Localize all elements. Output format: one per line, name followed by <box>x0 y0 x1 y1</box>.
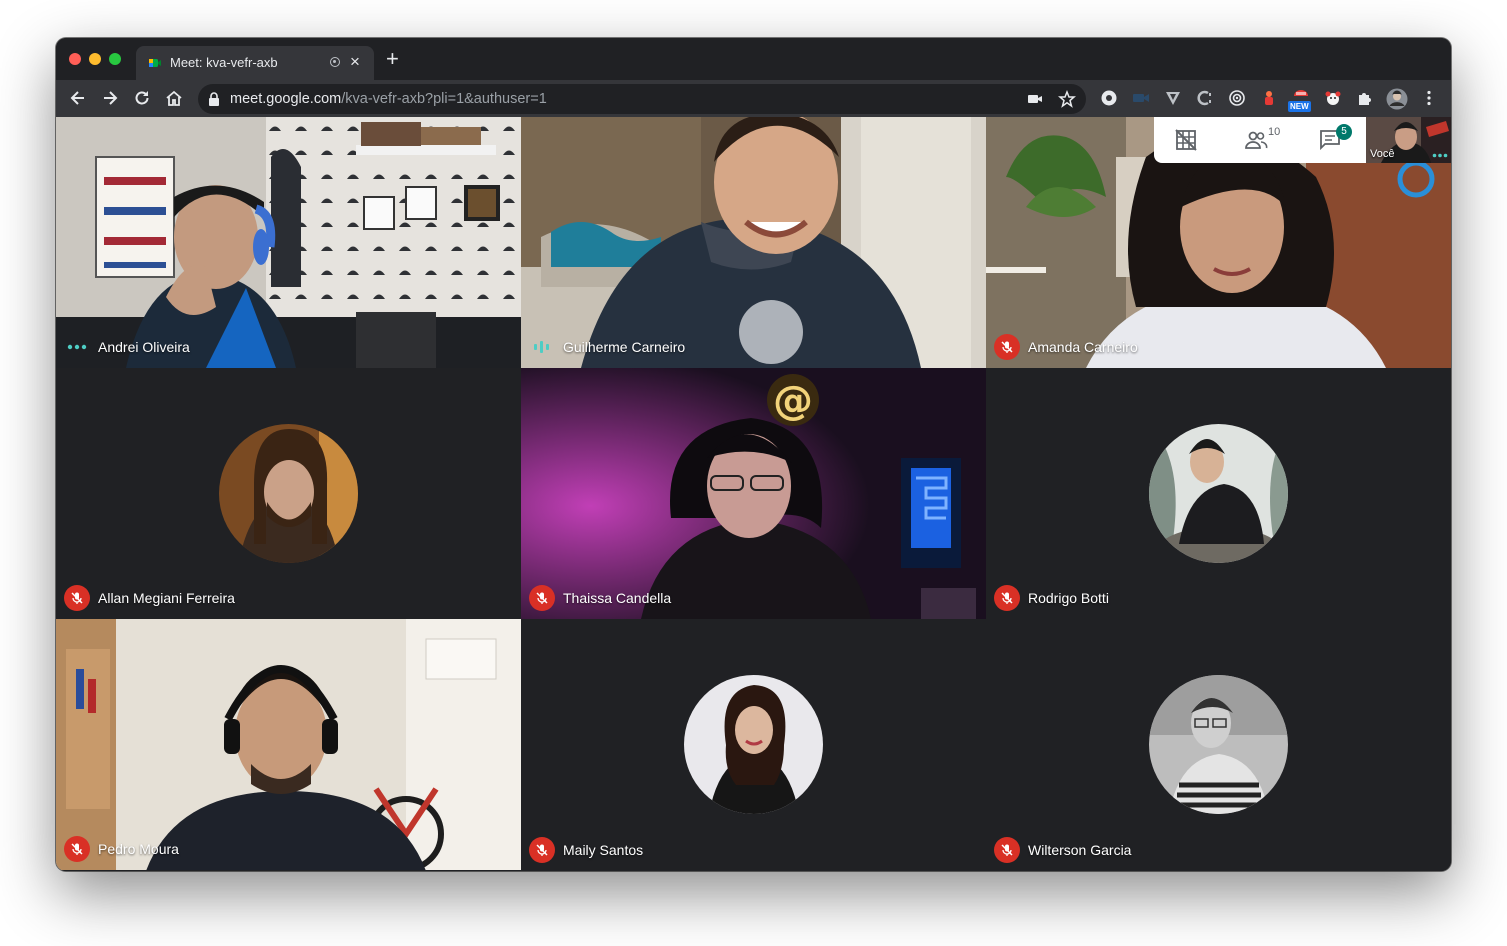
recording-indicator-icon <box>330 57 340 67</box>
participant-name: Maily Santos <box>563 842 644 858</box>
mic-off-icon <box>64 585 90 611</box>
mic-off-icon <box>64 836 90 862</box>
meet-top-controls: 10 5 Você <box>1154 117 1451 163</box>
participant-tile[interactable]: Wilterson Garcia <box>986 619 1451 871</box>
self-view-thumbnail[interactable]: Você <box>1366 117 1451 163</box>
bookmark-star-icon[interactable] <box>1058 90 1076 108</box>
participant-name-row: Allan Megiani Ferreira <box>64 585 235 611</box>
mic-off-icon <box>529 837 555 863</box>
chat-unread-badge: 5 <box>1336 124 1352 140</box>
extension-video-icon[interactable] <box>1132 89 1150 107</box>
participant-name-row: Thaissa Candella <box>529 585 671 611</box>
participant-avatar <box>684 675 823 814</box>
participant-name: Pedro Moura <box>98 841 179 857</box>
participant-name: Rodrigo Botti <box>1028 590 1109 606</box>
home-icon[interactable] <box>164 88 184 108</box>
tab-strip: Meet: kva-vefr-axb × + <box>56 38 1451 80</box>
back-icon[interactable] <box>68 88 88 108</box>
browser-window: Meet: kva-vefr-axb × + meet.google.com/k… <box>56 38 1451 871</box>
camera-in-use-icon[interactable] <box>1026 90 1044 108</box>
participant-tile[interactable]: Maily Santos <box>521 619 986 871</box>
participant-name: Allan Megiani Ferreira <box>98 590 235 606</box>
participant-video <box>521 117 986 368</box>
participant-name-row: Amanda Carneiro <box>994 334 1138 360</box>
participant-name: Andrei Oliveira <box>98 339 190 355</box>
svg-text:@: @ <box>773 378 813 424</box>
extension-target-icon[interactable] <box>1228 89 1246 107</box>
participant-avatar <box>1149 424 1288 563</box>
browser-toolbar: meet.google.com/kva-vefr-axb?pli=1&authu… <box>56 80 1451 117</box>
mic-off-icon <box>994 334 1020 360</box>
menu-more-icon[interactable] <box>1420 89 1438 107</box>
participant-tile[interactable]: Andrei Oliveira <box>56 117 521 368</box>
participant-name-row: Rodrigo Botti <box>994 585 1109 611</box>
url-text: meet.google.com/kva-vefr-axb?pli=1&authu… <box>230 91 547 107</box>
extension-figure-icon[interactable] <box>1260 89 1278 107</box>
participants-count: 10 <box>1268 126 1281 138</box>
mic-off-icon <box>994 585 1020 611</box>
participant-tile[interactable]: Allan Megiani Ferreira <box>56 368 521 619</box>
participant-name: Wilterson Garcia <box>1028 842 1132 858</box>
extension-dog-icon[interactable] <box>1324 89 1342 107</box>
participant-tile[interactable]: Pedro Moura <box>56 619 521 870</box>
participant-name: Amanda Carneiro <box>1028 339 1138 355</box>
forward-icon[interactable] <box>100 88 120 108</box>
participant-name: Guilherme Carneiro <box>563 339 686 355</box>
reload-icon[interactable] <box>132 88 152 108</box>
participant-video: @ <box>521 368 986 619</box>
connecting-dots-icon <box>64 334 90 360</box>
participant-video <box>56 117 521 368</box>
extension-new-badge: NEW <box>1288 101 1311 112</box>
participant-name-row: Maily Santos <box>529 837 643 863</box>
participants-icon[interactable] <box>1244 128 1268 152</box>
extensions-puzzle-icon[interactable] <box>1356 89 1374 107</box>
participant-tile[interactable]: Guilherme Carneiro <box>521 117 986 368</box>
participant-name-row: Pedro Moura <box>64 836 179 862</box>
browser-tab[interactable]: Meet: kva-vefr-axb × <box>136 46 374 80</box>
participant-avatar <box>1149 675 1288 814</box>
participant-tile[interactable]: @ Thaissa Candella <box>521 368 986 619</box>
participant-video <box>56 619 521 870</box>
maximize-window-button[interactable] <box>109 53 121 65</box>
close-window-button[interactable] <box>69 53 81 65</box>
close-tab-icon[interactable]: × <box>350 52 360 72</box>
meet-participant-grid: Andrei Oliveira Guilherme Carneiro Amand… <box>56 117 1451 871</box>
participant-name-row: Andrei Oliveira <box>64 334 190 360</box>
extension-v-icon[interactable] <box>1164 89 1182 107</box>
speaking-indicator-icon <box>529 334 555 360</box>
participant-name-row: Guilherme Carneiro <box>529 334 685 360</box>
tab-title: Meet: kva-vefr-axb <box>170 55 278 70</box>
meet-favicon-icon <box>149 59 161 67</box>
new-tab-button[interactable]: + <box>386 48 399 70</box>
extension-c-icon[interactable] <box>1196 89 1214 107</box>
self-view-label: Você <box>1370 148 1395 160</box>
participant-tile[interactable]: Rodrigo Botti <box>986 368 1451 619</box>
participant-name-row: Wilterson Garcia <box>994 837 1131 863</box>
minimize-window-button[interactable] <box>89 53 101 65</box>
layout-grid-off-icon[interactable] <box>1174 128 1198 152</box>
participant-name: Thaissa Candella <box>563 590 672 606</box>
self-more-dots-icon <box>1432 153 1448 158</box>
mic-off-icon <box>994 837 1020 863</box>
mic-off-icon <box>529 585 555 611</box>
lock-icon[interactable] <box>208 92 220 106</box>
extension-circle-icon[interactable] <box>1100 89 1118 107</box>
profile-avatar-icon[interactable] <box>1386 88 1408 110</box>
address-bar[interactable]: meet.google.com/kva-vefr-axb?pli=1&authu… <box>198 84 1086 114</box>
participant-avatar <box>219 424 358 563</box>
